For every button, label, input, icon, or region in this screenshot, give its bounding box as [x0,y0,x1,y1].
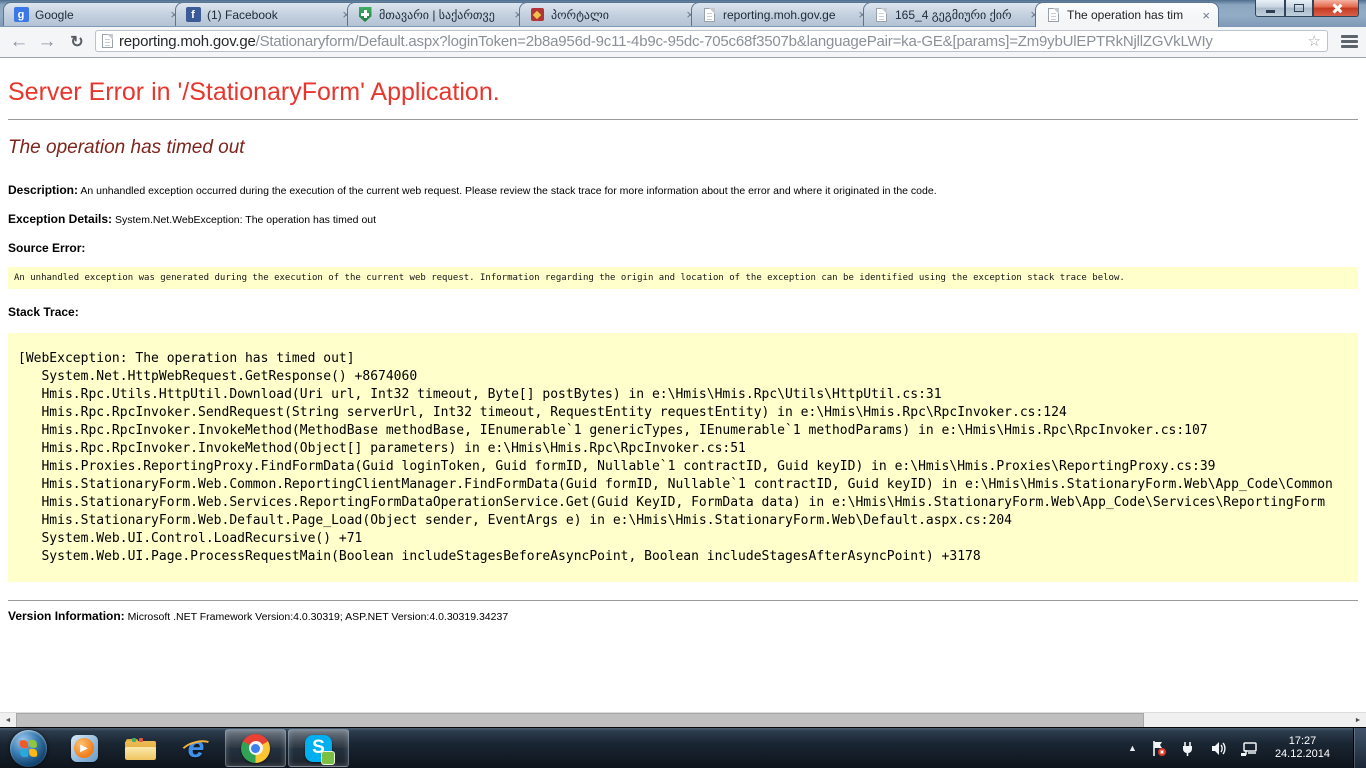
show-desktop-button[interactable] [1353,728,1366,768]
windows-taskbar: ▶ e S ▲ 17:27 24.12.2014 [0,727,1366,768]
browser-toolbar: ← → ↻ reporting.moh.gov.ge/Stationaryfor… [0,27,1366,58]
maximize-button[interactable] [1285,0,1313,17]
windows-start-orb-icon [10,730,47,767]
address-bar[interactable]: reporting.moh.gov.ge/Stationaryform/Defa… [95,30,1328,52]
tray-expand-icon[interactable]: ▲ [1128,743,1137,753]
page-title: Server Error in '/StationaryForm' Applic… [8,78,1358,107]
chrome-menu-button[interactable] [1341,35,1358,48]
tab-title: 165_4 გეგმიური ქირ [895,8,1025,22]
tab-portali[interactable]: პორტალი × [519,2,703,26]
stack-trace-row: Stack Trace: [8,305,1358,319]
page-subtitle: The operation has timed out [8,137,1358,159]
tab-title: reporting.moh.gov.ge [723,8,853,22]
url-path: /Stationaryform/Default.aspx?loginToken=… [256,33,1213,50]
skype-icon: S [305,735,332,762]
tab-google[interactable]: g Google × [3,2,187,26]
version-row: Version Information: Microsoft .NET Fram… [8,609,1358,623]
scroll-left-arrow[interactable]: ◄ [0,713,16,728]
tab-title: (1) Facebook [207,8,337,22]
taskbar-explorer-button[interactable] [112,728,168,768]
bookmark-star-icon[interactable]: ☆ [1308,32,1321,50]
reload-button[interactable]: ↻ [64,27,90,57]
scroll-right-arrow[interactable]: ► [1350,713,1366,728]
folder-icon [125,736,156,761]
speaker-icon[interactable] [1210,740,1227,757]
network-icon[interactable] [1240,740,1258,757]
tab-title: პორტალი [551,8,681,22]
taskbar-media-player-button[interactable]: ▶ [56,728,112,768]
source-error-box: An unhandled exception was generated dur… [8,267,1358,289]
back-button[interactable]: ← [6,27,32,57]
exception-row: Exception Details: System.Net.WebExcepti… [8,212,1358,226]
exception-text: System.Net.WebException: The operation h… [115,214,376,226]
facebook-favicon: f [185,7,201,23]
stack-trace-label: Stack Trace: [8,305,79,319]
minimize-icon [1266,10,1275,13]
taskbar-clock[interactable]: 17:27 24.12.2014 [1275,735,1330,761]
clock-time: 17:27 [1275,735,1330,748]
power-plug-icon[interactable] [1180,740,1197,757]
clock-date: 24.12.2014 [1275,748,1330,761]
url-text[interactable]: reporting.moh.gov.ge/Stationaryform/Defa… [119,33,1302,50]
action-center-flag-icon[interactable] [1150,740,1167,757]
divider [8,119,1358,120]
taskbar-internet-explorer-button[interactable]: e [168,728,224,768]
page-favicon [873,7,889,23]
close-button[interactable] [1313,0,1359,17]
window-controls [1255,0,1359,17]
error-page: Server Error in '/StationaryForm' Applic… [0,58,1366,713]
emblem-favicon [529,7,545,23]
version-label: Version Information: [8,609,125,623]
version-text: Microsoft .NET Framework Version:4.0.303… [128,611,509,623]
play-icon: ▶ [74,738,94,758]
tab-title: Google [35,8,165,22]
maximize-icon [1294,4,1304,12]
tab-title: მთავარი | საქართვე [379,8,509,22]
facebook-favicon-letter: f [186,7,201,22]
close-icon [1331,3,1342,14]
page-favicon [701,7,717,23]
url-domain: reporting.moh.gov.ge [119,33,256,50]
media-player-icon: ▶ [71,735,98,762]
google-favicon-letter: g [14,7,29,22]
tab-mtavari[interactable]: მთავარი | საქართვე × [347,2,531,26]
horizontal-scrollbar[interactable]: ◄ ► [0,712,1366,728]
tab-reporting[interactable]: reporting.moh.gov.ge × [691,2,875,26]
shield-favicon [357,7,373,23]
tab-title: The operation has tim [1067,8,1197,22]
exception-label: Exception Details: [8,212,112,226]
start-button[interactable] [0,728,56,768]
taskbar-skype-button[interactable]: S [288,729,349,767]
description-label: Description: [8,183,78,197]
stack-trace-box: [WebException: The operation has timed o… [8,333,1358,582]
scrollbar-thumb[interactable] [16,713,1144,728]
tab-strip: g Google × f (1) Facebook × მთავარი | სა… [0,0,1366,27]
taskbar-chrome-button[interactable] [225,729,286,767]
description-text: An unhandled exception occurred during t… [80,185,936,197]
description-row: Description: An unhandled exception occu… [8,183,1358,197]
tab-operation-timed-out-active[interactable]: The operation has tim × [1035,2,1219,27]
tab-165-4[interactable]: 165_4 გეგმიური ქირ × [863,2,1047,26]
internet-explorer-icon: e [180,733,212,763]
browser-window: g Google × f (1) Facebook × მთავარი | სა… [0,0,1366,728]
divider [8,600,1358,601]
chrome-icon [241,734,270,763]
tab-close-icon[interactable]: × [1201,9,1211,22]
source-error-row: Source Error: [8,241,1358,255]
stack-trace-text: [WebException: The operation has timed o… [18,350,1352,566]
forward-button[interactable]: → [34,27,60,57]
google-favicon: g [13,7,29,23]
minimize-button[interactable] [1255,0,1285,17]
source-error-label: Source Error: [8,241,85,255]
system-tray: ▲ 17:27 24.12.2014 [1128,728,1366,768]
tab-facebook[interactable]: f (1) Facebook × [175,2,359,26]
page-favicon [1045,7,1061,23]
page-icon [102,34,113,48]
